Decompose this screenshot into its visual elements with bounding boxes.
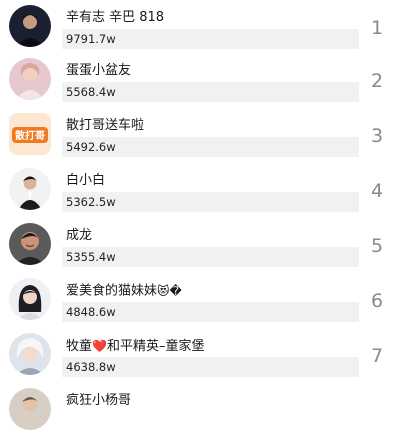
streamer-name-prefix: 牧童 bbox=[66, 339, 93, 354]
list-item[interactable]: 爱美食的猫妹妹😻� 4848.6w 6 bbox=[0, 278, 403, 332]
streamer-name-text: 和平精英–童家堡 bbox=[106, 339, 205, 354]
avatar-man-smile-icon bbox=[9, 223, 51, 265]
avatar-cartoon-white-hair-icon bbox=[9, 333, 51, 375]
list-item[interactable]: 疯狂小杨哥 bbox=[0, 388, 403, 442]
rank-number: 5 bbox=[370, 235, 384, 257]
streamer-name: 疯狂小杨哥 bbox=[66, 393, 132, 408]
streamer-name: 白小白 bbox=[66, 173, 106, 188]
rank-number: 2 bbox=[370, 70, 384, 92]
list-item[interactable]: 白小白 5362.5w 4 bbox=[0, 168, 403, 222]
count-bar: 4848.6w bbox=[62, 302, 359, 322]
streamer-name: 蛋蛋小盆友 bbox=[66, 63, 132, 78]
viewer-count: 5568.4w bbox=[66, 85, 116, 99]
count-bar: 5355.4w bbox=[62, 247, 359, 267]
avatar-girl-icon bbox=[9, 278, 51, 320]
viewer-count: 5362.5w bbox=[66, 195, 116, 209]
list-item[interactable]: 牧童❤️和平精英–童家堡 4638.8w 7 bbox=[0, 333, 403, 387]
rank-number: 6 bbox=[370, 290, 384, 312]
avatar-woman-pink-icon bbox=[9, 58, 51, 100]
avatar-man-light-icon bbox=[9, 388, 51, 430]
count-bar: 9791.7w bbox=[62, 29, 359, 49]
avatar-man-suit-icon bbox=[9, 168, 51, 210]
avatar-man-dark-icon bbox=[9, 5, 51, 47]
rank-number: 3 bbox=[370, 125, 384, 147]
streamer-name: 牧童❤️和平精英–童家堡 bbox=[66, 337, 204, 356]
streamer-name: 辛有志 辛巴 818 bbox=[66, 10, 165, 25]
count-bar: 5492.6w bbox=[62, 137, 359, 157]
list-item[interactable]: 蛋蛋小盆友 5568.4w 2 bbox=[0, 58, 403, 112]
count-bar: 4638.8w bbox=[62, 357, 359, 377]
avatar-logo-orange-icon: 散打哥 bbox=[9, 113, 51, 155]
streamer-name-text: 爱美食的猫妹妹 bbox=[66, 283, 158, 299]
heart-icon: ❤️ bbox=[92, 339, 107, 353]
list-item[interactable]: 散打哥 散打哥送车啦 5492.6w 3 bbox=[0, 113, 403, 167]
rank-number: 1 bbox=[370, 17, 384, 39]
cat-emoji-icon: 😻� bbox=[157, 284, 182, 298]
list-item[interactable]: 成龙 5355.4w 5 bbox=[0, 223, 403, 277]
viewer-count: 4848.6w bbox=[66, 305, 116, 319]
streamer-name: 爱美食的猫妹妹😻� bbox=[66, 282, 182, 301]
rank-number: 7 bbox=[370, 345, 384, 367]
count-bar: 5362.5w bbox=[62, 192, 359, 212]
viewer-count: 5355.4w bbox=[66, 250, 116, 264]
streamer-name: 成龙 bbox=[66, 228, 93, 243]
list-item[interactable]: 辛有志 辛巴 818 9791.7w 1 bbox=[0, 5, 403, 59]
viewer-count: 9791.7w bbox=[66, 32, 116, 46]
streamer-name: 散打哥送车啦 bbox=[66, 118, 145, 133]
viewer-count: 4638.8w bbox=[66, 360, 116, 374]
viewer-count: 5492.6w bbox=[66, 140, 116, 154]
avatar-logo-text: 散打哥 bbox=[15, 129, 45, 142]
rank-number: 4 bbox=[370, 180, 384, 202]
count-bar: 5568.4w bbox=[62, 82, 359, 102]
